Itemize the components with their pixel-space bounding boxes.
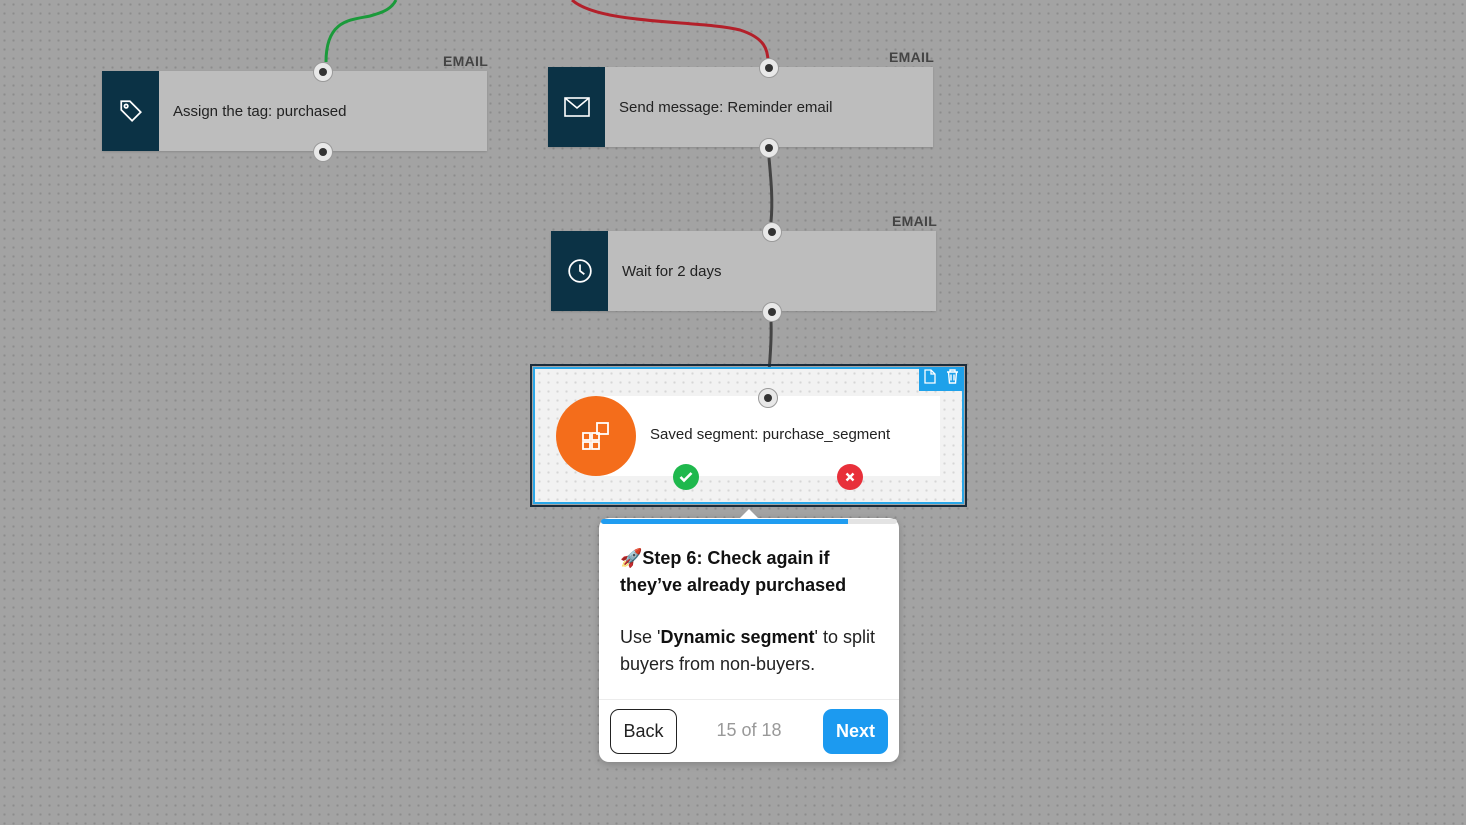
output-port[interactable] [313, 142, 333, 162]
node-send-message[interactable]: Send message: Reminder email [548, 67, 933, 147]
input-port[interactable] [758, 388, 778, 408]
clock-icon [551, 231, 608, 311]
node-channel-tag: EMAIL [443, 53, 489, 69]
segment-icon [556, 396, 636, 476]
tour-progress-fill [601, 519, 848, 524]
no-x-icon[interactable] [837, 464, 863, 490]
tour-footer: Back 15 of 18 Next [599, 699, 899, 763]
rocket-icon: 🚀 [620, 548, 643, 568]
tooltip-arrow [739, 509, 759, 519]
back-button[interactable]: Back [610, 709, 677, 754]
step-counter: 15 of 18 [716, 720, 782, 740]
node-label: Assign the tag: purchased [173, 102, 347, 120]
trash-icon[interactable] [946, 369, 959, 389]
output-port[interactable] [762, 302, 782, 322]
node-label: Wait for 2 days [622, 262, 722, 280]
node-channel-tag: EMAIL [889, 49, 935, 65]
tour-step-body: Use 'Dynamic segment' to split buyers fr… [620, 627, 875, 674]
node-toolbar [919, 367, 964, 391]
node-assign-tag[interactable]: Assign the tag: purchased [102, 71, 487, 151]
wire-message-to-wait [767, 157, 774, 223]
wire-red [571, 0, 770, 63]
node-channel-tag: EMAIL [892, 213, 938, 229]
tag-icon [102, 71, 159, 151]
next-button[interactable]: Next [823, 709, 888, 754]
node-wait[interactable]: Wait for 2 days [551, 231, 936, 311]
copy-icon[interactable] [924, 369, 936, 389]
tour-step-title: 🚀Step 6: Check again if they’ve already … [620, 548, 847, 595]
input-port[interactable] [762, 222, 782, 242]
output-port[interactable] [759, 138, 779, 158]
node-label: Send message: Reminder email [619, 98, 833, 116]
wire-green [324, 0, 398, 63]
tour-progress-bar [601, 519, 897, 524]
tour-tooltip: 🚀Step 6: Check again if they’ve already … [599, 509, 899, 763]
yes-check-icon[interactable] [673, 464, 699, 490]
node-label: Saved segment: purchase_segment [650, 426, 891, 443]
envelope-icon [548, 67, 605, 147]
input-port[interactable] [313, 62, 333, 82]
input-port[interactable] [759, 58, 779, 78]
